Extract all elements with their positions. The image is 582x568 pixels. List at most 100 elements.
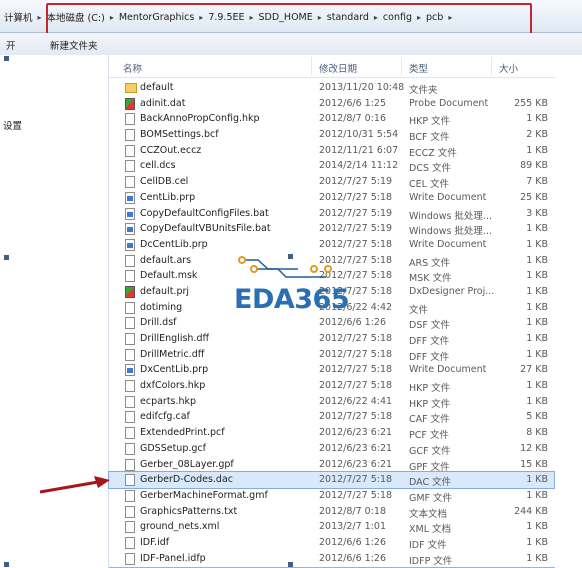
file-row[interactable]: IDF-Panel.idfp 2012/6/6 1:26 IDFP 文件 1 KB xyxy=(109,551,554,567)
file-list: default 2013/11/20 10:48 文件夹 adinit.dat 2012… xyxy=(108,80,555,567)
column-name[interactable]: 名称 xyxy=(123,61,142,75)
file-icon xyxy=(125,380,135,393)
column-type[interactable]: 类型 xyxy=(409,61,428,75)
file-date: 2012/7/27 5:18 xyxy=(319,364,393,376)
file-size: 1 KB xyxy=(526,144,548,156)
file-row[interactable]: Drill.dsf 2012/6/6 1:26 DSF 文件 1 KB xyxy=(109,315,554,331)
file-icon xyxy=(125,333,135,345)
file-type: CAF 文件 xyxy=(409,414,450,426)
column-divider[interactable] xyxy=(311,57,312,75)
new-folder-button[interactable]: 新建文件夹 xyxy=(50,38,98,52)
file-type: Probe Document xyxy=(409,97,489,109)
file-size: 1 KB xyxy=(526,552,548,564)
file-icon xyxy=(125,176,135,189)
file-icon xyxy=(125,411,135,424)
file-size: 5 KB xyxy=(526,411,548,423)
resize-handle[interactable] xyxy=(4,56,9,61)
file-name: edifcfg.caf xyxy=(140,411,190,423)
file-row[interactable]: cell.dcs 2014/2/14 11:12 DCS 文件 89 KB xyxy=(109,158,554,174)
file-type: ECCZ 文件 xyxy=(409,147,457,159)
file-size: 25 KB xyxy=(520,191,548,203)
file-date: 2012/7/27 5:18 xyxy=(319,474,393,486)
file-type: Windows 批处理... xyxy=(409,226,492,238)
file-row[interactable]: CopyDefaultConfigFiles.bat 2012/7/27 5:19… xyxy=(109,206,554,222)
file-row[interactable]: ground_nets.xml 2013/2/7 1:01 XML 文档 1 KB xyxy=(109,519,554,535)
file-icon xyxy=(125,489,135,502)
watermark-circuit-icon xyxy=(238,256,332,278)
file-row[interactable]: GerberD-Codes.dac 2012/7/27 5:18 DAC 文件 1 K… xyxy=(108,471,555,489)
file-name: GDSSetup.gcf xyxy=(140,442,206,454)
file-date: 2012/7/27 5:18 xyxy=(319,348,393,360)
file-row[interactable]: CCZOut.eccz 2012/11/21 6:07 ECCZ 文件 1 KB xyxy=(109,143,554,159)
resize-handle[interactable] xyxy=(4,562,9,567)
file-row[interactable]: BOMSettings.bcf 2012/10/31 5:54 BCF 文件 2 KB xyxy=(109,127,554,143)
file-row[interactable]: DcCentLib.prp 2012/7/27 5:18 Write Documen… xyxy=(109,237,554,253)
file-row[interactable]: GraphicsPatterns.txt 2012/8/7 0:18 文本文档 244… xyxy=(109,504,554,520)
file-name: BOMSettings.bcf xyxy=(140,129,219,141)
file-row[interactable]: Gerber_08Layer.gpf 2012/6/23 6:21 GPF 文件 15… xyxy=(109,457,554,473)
file-icon xyxy=(125,474,135,487)
file-size: 1 KB xyxy=(526,395,548,407)
file-row[interactable]: DxCentLib.prp 2012/7/27 5:18 Write Documen… xyxy=(109,362,554,378)
column-divider[interactable] xyxy=(401,57,402,75)
file-row[interactable]: CellDB.cel 2012/7/27 5:19 CEL 文件 7 KB xyxy=(109,174,554,190)
file-icon xyxy=(125,427,135,440)
column-date[interactable]: 修改日期 xyxy=(319,61,357,75)
file-date: 2012/7/27 5:18 xyxy=(319,489,393,501)
file-icon xyxy=(125,521,135,534)
file-row[interactable]: ExtendedPrint.pcf 2012/6/23 6:21 PCF 文件 8 K… xyxy=(109,425,554,441)
file-type: DSF 文件 xyxy=(409,320,450,332)
file-type: DCS 文件 xyxy=(409,163,451,175)
file-name: BackAnnoPropConfig.hkp xyxy=(140,113,260,125)
file-size: 1 KB xyxy=(526,285,548,297)
file-row[interactable]: BackAnnoPropConfig.hkp 2012/8/7 0:16 HKP 文… xyxy=(109,111,554,127)
file-name: CCZOut.eccz xyxy=(140,144,202,156)
file-size: 1 KB xyxy=(526,301,548,313)
file-row[interactable]: GDSSetup.gcf 2012/6/23 6:21 GCF 文件 12 KB xyxy=(109,441,554,457)
file-type: HKP 文件 xyxy=(409,116,451,128)
file-name: dotiming xyxy=(140,301,183,313)
file-date: 2012/7/27 5:18 xyxy=(319,333,393,344)
file-name: GraphicsPatterns.txt xyxy=(140,505,238,517)
column-size[interactable]: 大小 xyxy=(499,61,518,75)
file-type: HKP 文件 xyxy=(409,383,451,395)
file-size: 2 KB xyxy=(526,129,548,141)
file-row[interactable]: ecparts.hkp 2012/6/22 4:41 HKP 文件 1 KB xyxy=(109,394,554,410)
file-date: 2012/8/7 0:18 xyxy=(319,505,387,517)
file-row[interactable]: GerberMachineFormat.gmf 2012/7/27 5:18 GMF… xyxy=(109,488,554,504)
file-date: 2012/6/23 6:21 xyxy=(319,442,393,454)
file-date: 2012/6/6 1:25 xyxy=(319,97,387,109)
file-size: 1 KB xyxy=(526,317,548,329)
open-button[interactable]: 开 xyxy=(6,38,16,52)
file-date: 2012/6/6 1:26 xyxy=(319,536,387,548)
file-row[interactable]: edifcfg.caf 2012/7/27 5:18 CAF 文件 5 KB xyxy=(109,409,554,425)
file-row[interactable]: CopyDefaultVBUnitsFile.bat 2012/7/27 5:19… xyxy=(109,221,554,237)
file-size: 1 KB xyxy=(526,254,548,266)
file-row[interactable]: CentLib.prp 2012/7/27 5:18 Write Document 2… xyxy=(109,190,554,206)
file-row[interactable]: IDF.idf 2012/6/6 1:26 IDF 文件 1 KB xyxy=(109,535,554,551)
column-divider[interactable] xyxy=(491,57,492,75)
file-name: Gerber_08Layer.gpf xyxy=(140,458,234,470)
file-name: cell.dcs xyxy=(140,160,176,172)
resize-handle[interactable] xyxy=(4,255,9,260)
file-type: 文件夹 xyxy=(409,85,438,96)
file-icon xyxy=(125,536,135,549)
nav-item-settings[interactable]: 设置 xyxy=(3,118,22,132)
breadcrumb-item[interactable]: 计算机 xyxy=(0,10,37,24)
file-type: DxDesigner Proj... xyxy=(409,285,495,297)
file-row[interactable]: default 2013/11/20 10:48 文件夹 xyxy=(109,80,554,96)
column-header: 名称 修改日期 类型 大小 xyxy=(109,55,582,78)
scroll-area xyxy=(555,77,582,568)
file-row[interactable]: DrillMetric.dff 2012/7/27 5:18 DFF 文件 1 KB xyxy=(109,347,554,363)
file-date: 2012/7/27 5:19 xyxy=(319,223,393,235)
file-size: 1 KB xyxy=(526,333,548,344)
file-size: 12 KB xyxy=(520,442,548,454)
file-row[interactable]: adinit.dat 2012/6/6 1:25 Probe Document 255… xyxy=(109,96,554,112)
file-size: 1 KB xyxy=(526,113,548,125)
file-date: 2012/6/23 6:21 xyxy=(319,427,393,439)
file-row[interactable]: DrillEnglish.dff 2012/7/27 5:18 DFF 文件 1 KB xyxy=(109,331,554,347)
file-row[interactable]: dxfColors.hkp 2012/7/27 5:18 HKP 文件 1 KB xyxy=(109,378,554,394)
file-type: IDF 文件 xyxy=(409,539,447,551)
file-icon xyxy=(125,317,135,330)
file-date: 2012/10/31 5:54 xyxy=(319,129,399,141)
